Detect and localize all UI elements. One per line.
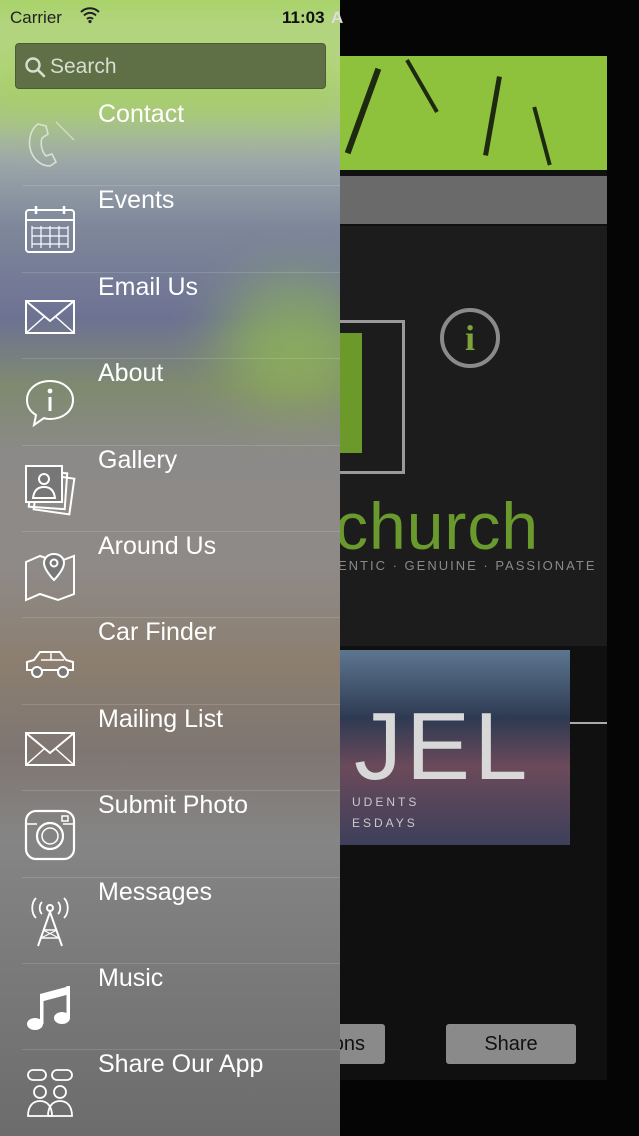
info-icon[interactable]: i: [440, 308, 500, 368]
menu-item-messages[interactable]: Messages: [0, 878, 340, 964]
wifi-icon: [80, 7, 100, 24]
info-bubble-icon: [25, 380, 75, 428]
carrier-label: Carrier: [10, 8, 62, 27]
church-name: church: [335, 489, 540, 563]
menu-item-mailing-list[interactable]: Mailing List: [0, 704, 340, 792]
menu-item-label: Submit Photo: [98, 791, 249, 820]
menu-item-about[interactable]: About: [0, 359, 340, 446]
music-note-icon: [27, 985, 70, 1030]
event-photo-line1: UDENTS: [352, 795, 420, 809]
menu-item-label: About: [98, 359, 164, 388]
menu-item-contact[interactable]: Contact: [0, 100, 340, 187]
menu-item-label: Contact: [98, 100, 185, 128]
event-photo-line2: ESDAYS: [352, 816, 418, 830]
menu-item-submit-photo[interactable]: Submit Photo: [0, 791, 340, 878]
camera-icon: [24, 810, 76, 861]
menu-item-share-our-app[interactable]: Share Our App: [0, 1050, 340, 1136]
car-icon: [26, 651, 74, 679]
search-bar[interactable]: [15, 43, 326, 90]
people-chat-icon: [27, 1069, 73, 1118]
menu-item-car-finder[interactable]: Car Finder: [0, 618, 340, 705]
background-grey-bar: [300, 176, 607, 224]
share-button[interactable]: Share: [446, 1024, 576, 1064]
clock: 11:03: [282, 8, 325, 27]
menu-item-label: Events: [98, 186, 175, 215]
event-photo-title: JEL: [354, 693, 532, 800]
antenna-icon: [31, 896, 69, 946]
clock-tail: A: [331, 8, 344, 27]
photos-icon: [25, 464, 76, 516]
menu-item-label: Messages: [98, 877, 212, 906]
menu-item-label: Music: [98, 963, 164, 992]
menu-item-around-us[interactable]: Around Us: [0, 531, 340, 619]
menu-item-music[interactable]: Music: [0, 963, 340, 1051]
envelope-icon: [25, 731, 75, 766]
divider: [570, 722, 607, 724]
calendar-icon: [25, 206, 75, 254]
menu-item-label: Mailing List: [98, 704, 224, 733]
menu-item-label: Email Us: [98, 272, 199, 301]
menu-item-label: Car Finder: [98, 618, 217, 647]
menu-item-events[interactable]: Events: [0, 186, 340, 273]
menu-list: Contact Events Email Us About Gallery Ar…: [0, 100, 340, 1136]
search-icon: [25, 57, 46, 78]
church-tagline: ENTIC · GENUINE · PASSIONATE: [338, 558, 597, 573]
status-bar: Carrier 11:03 A: [0, 0, 639, 34]
side-drawer: Contact Events: [0, 0, 340, 1136]
envelope-icon: [25, 299, 75, 334]
background-banner: [300, 56, 607, 170]
menu-item-email-us[interactable]: Email Us: [0, 272, 340, 360]
event-photo-text: JEL UDENTS ESDAYS: [340, 650, 570, 845]
phone-icon: [28, 121, 75, 167]
map-pin-icon: [25, 552, 75, 602]
menu-item-label: Gallery: [98, 445, 178, 474]
menu-item-label: Share Our App: [98, 1050, 264, 1079]
menu-item-gallery[interactable]: Gallery: [0, 446, 340, 532]
menu-item-label: Around Us: [98, 531, 217, 560]
search-input[interactable]: [48, 44, 322, 90]
